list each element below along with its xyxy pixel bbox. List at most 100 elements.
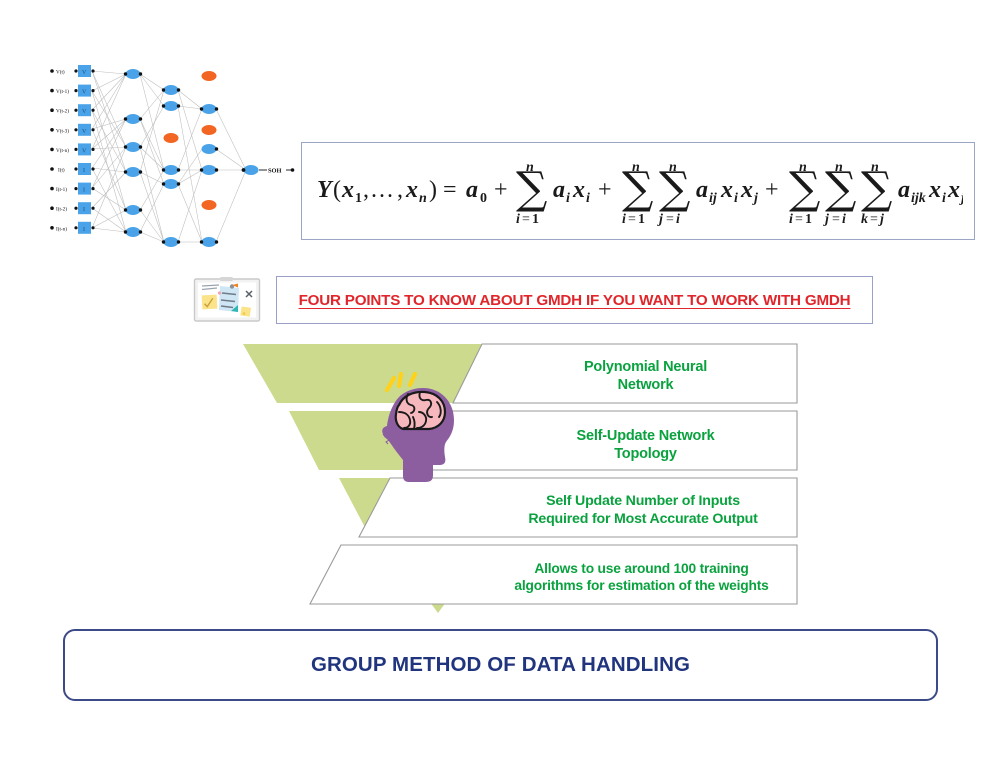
- page-title: GROUP METHOD OF DATA HANDLING: [310, 653, 691, 676]
- svg-text:+: +: [765, 177, 779, 203]
- svg-text:j: j: [878, 212, 884, 227]
- svg-text:,: ,: [363, 177, 369, 203]
- neural-network-svg: V(t) V V(t-1) V V(t-2) V V(t-3) V V(t-n)…: [50, 65, 295, 247]
- svg-text:I(t): I(t): [58, 167, 65, 174]
- svg-text:n: n: [632, 160, 640, 175]
- svg-text:I: I: [83, 168, 85, 174]
- svg-text:x: x: [341, 177, 354, 203]
- notice-board-icon: [193, 277, 261, 322]
- svg-text:ij: ij: [709, 191, 717, 206]
- svg-text:a: a: [553, 177, 565, 203]
- title-banner: GROUP METHOD OF DATA HANDLING: [63, 629, 938, 701]
- funnel-label-1: Polynomial Neural Network: [583, 359, 708, 394]
- nn-output-node: SOH: [241, 165, 295, 175]
- svg-text:i: i: [622, 212, 626, 227]
- svg-text:I(t-n): I(t-n): [56, 225, 67, 232]
- svg-text:i: i: [516, 212, 520, 227]
- svg-text:V(t): V(t): [56, 69, 65, 76]
- svg-text:I: I: [83, 188, 85, 194]
- svg-text:V: V: [82, 70, 87, 76]
- svg-text:.: .: [379, 177, 385, 203]
- svg-text:V(t-3): V(t-3): [56, 127, 69, 134]
- svg-text:i: i: [789, 212, 793, 227]
- svg-text:1: 1: [638, 212, 645, 227]
- gmdh-polynomial-formula: Y ( x 1 , ... , x n ) = a 0 + ∑ n i = 1 a: [317, 160, 963, 227]
- nn-pruned-node: [163, 133, 179, 143]
- svg-text:.: .: [371, 177, 377, 203]
- nn-hidden-layer-2: [161, 85, 181, 247]
- svg-text:j: j: [823, 212, 829, 227]
- svg-text:i: i: [942, 191, 946, 206]
- svg-text:=: =: [870, 212, 878, 227]
- page-root: V(t) V V(t-1) V V(t-2) V V(t-3) V V(t-n)…: [0, 0, 1005, 760]
- nn-pruned-node: [201, 71, 217, 81]
- svg-text:x: x: [947, 177, 960, 203]
- funnel-label-4: Allows to use around 100 training algori…: [514, 561, 769, 594]
- svg-text:V: V: [82, 109, 87, 115]
- svg-text:i: i: [842, 212, 846, 227]
- nn-hidden-layer-1: [123, 69, 143, 237]
- nn-pruned-node: [201, 125, 217, 135]
- svg-text:n: n: [526, 160, 534, 175]
- svg-text:V: V: [82, 148, 87, 154]
- svg-text:ijk: ijk: [911, 191, 926, 206]
- svg-text:=: =: [522, 212, 530, 227]
- svg-text:=: =: [443, 177, 457, 203]
- svg-text:,: ,: [397, 177, 403, 203]
- svg-text:I: I: [83, 227, 85, 233]
- svg-text:=: =: [628, 212, 636, 227]
- svg-text:n: n: [871, 160, 879, 175]
- svg-text:1: 1: [355, 191, 362, 206]
- svg-text:+: +: [494, 177, 508, 203]
- svg-text:1: 1: [805, 212, 812, 227]
- svg-text:k: k: [861, 212, 868, 227]
- svg-text:=: =: [795, 212, 803, 227]
- svg-text:=: =: [666, 212, 674, 227]
- svg-text:.: .: [387, 177, 393, 203]
- nn-hidden-layer-3: [199, 71, 219, 247]
- brain-head-idea-icon: [382, 372, 454, 482]
- svg-text:j: j: [657, 212, 663, 227]
- svg-text:+: +: [598, 177, 612, 203]
- funnel-diagram: Polynomial Neural Network Self-Update Ne…: [240, 342, 800, 614]
- idea-sparks-icon: [384, 372, 418, 393]
- svg-text:n: n: [835, 160, 843, 175]
- svg-text:i: i: [566, 191, 570, 206]
- svg-text:1: 1: [532, 212, 539, 227]
- svg-text:I(t-1): I(t-1): [56, 186, 67, 193]
- svg-text:a: a: [696, 177, 708, 203]
- nn-edges: [91, 70, 247, 243]
- svg-text:a: a: [466, 177, 478, 203]
- svg-text:V: V: [82, 129, 87, 135]
- notice-banner-row: FOUR POINTS TO KNOW ABOUT GMDH IF YOU WA…: [193, 276, 873, 324]
- svg-text:SOH: SOH: [268, 168, 282, 175]
- svg-text:x: x: [720, 177, 733, 203]
- svg-text:x: x: [572, 177, 585, 203]
- svg-text:n: n: [669, 160, 677, 175]
- funnel-label-2: Self-Update Network Topology: [576, 428, 715, 463]
- notice-text: FOUR POINTS TO KNOW ABOUT GMDH IF YOU WA…: [298, 291, 851, 309]
- svg-text:(: (: [333, 177, 341, 203]
- notice-text-box: FOUR POINTS TO KNOW ABOUT GMDH IF YOU WA…: [276, 276, 873, 324]
- svg-text:): ): [429, 177, 437, 203]
- svg-text:I: I: [83, 207, 85, 213]
- svg-text:n: n: [419, 191, 427, 206]
- svg-text:i: i: [734, 191, 738, 206]
- svg-text:i: i: [676, 212, 680, 227]
- svg-text:V(t-n): V(t-n): [56, 147, 69, 154]
- funnel-label-3: Self Update Number of Inputs Required fo…: [528, 493, 758, 527]
- nn-pruned-node: [201, 200, 217, 210]
- svg-text:=: =: [832, 212, 840, 227]
- svg-text:V(t-2): V(t-2): [56, 108, 69, 115]
- svg-text:a: a: [898, 177, 910, 203]
- svg-text:0: 0: [480, 191, 487, 206]
- svg-text:i: i: [586, 191, 590, 206]
- svg-text:V(t-1): V(t-1): [56, 88, 69, 95]
- svg-text:I(t-2): I(t-2): [56, 206, 67, 213]
- svg-text:Y: Y: [317, 177, 334, 203]
- svg-text:x: x: [405, 177, 418, 203]
- svg-text:x: x: [928, 177, 941, 203]
- svg-text:n: n: [799, 160, 807, 175]
- svg-text:V: V: [82, 90, 87, 96]
- svg-text:x: x: [740, 177, 753, 203]
